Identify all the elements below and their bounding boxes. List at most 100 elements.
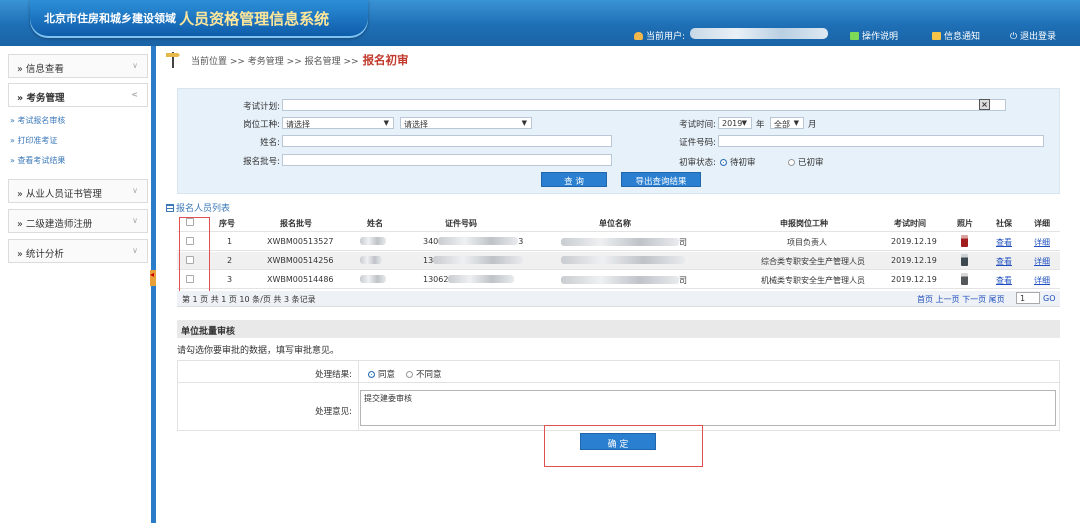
name-label: 姓名: (260, 138, 280, 148)
help-icon (850, 32, 859, 40)
year-select[interactable]: 2019 ▼ (718, 117, 752, 129)
redacted-cert-no (448, 275, 515, 283)
cell-unit (561, 256, 685, 265)
table-row: 1 XWBM00513527 340 3 司 项目负责人 2019.12.19 查… (177, 233, 1060, 251)
export-button[interactable]: 导出查询结果 (621, 172, 701, 187)
batch-no-input[interactable] (282, 154, 612, 166)
social-insurance-link[interactable]: 查看 (996, 256, 1012, 267)
job-type-select-2[interactable]: 请选择 ▼ (400, 117, 532, 129)
sidebar-item-exam-admin[interactable]: » 考务管理 < (8, 83, 148, 107)
batch-review-header: 单位批量审核 (177, 320, 1060, 338)
cell-cert-no: 13 (423, 256, 524, 265)
result-option-label: 不同意 (416, 370, 442, 380)
status-option-pending[interactable]: 待初审 (720, 156, 756, 168)
unit-suffix: 司 (679, 238, 687, 247)
chevron-left-icon: < (131, 90, 138, 99)
user-icon (634, 32, 643, 40)
current-user-name (690, 28, 828, 39)
chevron-down-icon: ▼ (521, 119, 527, 127)
detail-link[interactable]: 详细 (1034, 237, 1050, 248)
cell-cert-no: 13062 (423, 275, 515, 284)
month-select[interactable]: 全部 ▼ (770, 117, 804, 129)
help-link[interactable]: 操作说明 (850, 29, 898, 42)
system-logo: 北京市住房和城乡建设领域 人员资格管理信息系统 (30, 0, 368, 38)
redacted-cert-no (433, 256, 524, 264)
chevron-down-icon: ▼ (741, 119, 747, 127)
job-type-select-1[interactable]: 请选择 ▼ (282, 117, 394, 129)
sidebar-item-statistics[interactable]: » 统计分析 ∨ (8, 239, 148, 263)
cell-index: 1 (227, 237, 233, 246)
sidebar: » 信息查看 ∨ » 考务管理 < » 考试报名审核 » 打印准考证 » 查看考试结… (0, 46, 150, 523)
table-title-label: 报名人员列表 (176, 204, 231, 214)
cell-batch-no: XWBM00514486 (267, 275, 334, 284)
opinion-textarea[interactable]: 提交建委审核 (360, 390, 1056, 426)
month-unit: 月 (808, 120, 817, 130)
cell-index: 2 (227, 256, 233, 265)
col-header: 社保 (996, 219, 1012, 228)
clear-icon[interactable]: × (979, 99, 990, 110)
photo-thumbnail[interactable] (961, 254, 968, 266)
breadcrumb: 当前位置 >> 考务管理 >> 报名管理 >> 报名初审 (191, 52, 409, 68)
chevron-down-icon: ∨ (132, 246, 138, 255)
current-user-label: 当前用户: (646, 32, 686, 42)
search-button[interactable]: 查 询 (541, 172, 607, 187)
status-option-label: 已初审 (798, 158, 824, 168)
cert-no-visible: 13 (423, 256, 434, 265)
job-type-select-1-value: 请选择 (286, 120, 310, 129)
radio-checked-icon (368, 371, 375, 378)
result-label: 处理结果: (315, 370, 352, 380)
page-title: 报名初审 (362, 53, 409, 67)
sidebar-subitem-print[interactable]: » 打印准考证 (10, 135, 57, 146)
cell-unit: 司 (561, 237, 687, 248)
col-header: 详细 (1034, 219, 1050, 228)
redacted-unit (561, 256, 685, 264)
pagination-nav[interactable]: 首页 上一页 下一页 尾页 (917, 294, 1005, 305)
result-option-disagree[interactable]: 不同意 (406, 368, 442, 380)
table-row: 3 XWBM00514486 13062 司 机械类专职安全生产管理人员 201… (177, 271, 1060, 289)
social-insurance-link[interactable]: 查看 (996, 237, 1012, 248)
result-option-label: 同意 (378, 370, 396, 380)
status-option-done[interactable]: 已初审 (788, 156, 824, 168)
sidebar-item-certificates[interactable]: » 从业人员证书管理 ∨ (8, 179, 148, 203)
collapse-sidebar-handle[interactable]: ◂ (150, 270, 156, 286)
cell-name (360, 237, 386, 246)
system-title: 人员资格管理信息系统 (179, 10, 330, 28)
go-button[interactable]: GO (1043, 294, 1056, 303)
cell-batch-no: XWBM00514256 (267, 256, 334, 265)
redacted-name (360, 237, 386, 245)
detail-link[interactable]: 详细 (1034, 275, 1050, 286)
exam-plan-input[interactable] (282, 99, 1006, 111)
sidebar-subitem-label: 考试报名审核 (17, 116, 66, 125)
col-header: 序号 (219, 219, 235, 228)
name-input[interactable] (282, 135, 612, 147)
top-header: 北京市住房和城乡建设领域 人员资格管理信息系统 当前用户: 操作说明 信息通知 … (0, 0, 1080, 46)
col-header: 证件号码 (445, 219, 477, 228)
logout-link[interactable]: ⏻ 退出登录 (1010, 29, 1056, 42)
social-insurance-link[interactable]: 查看 (996, 275, 1012, 286)
sidebar-item-info[interactable]: » 信息查看 ∨ (8, 54, 148, 78)
photo-thumbnail[interactable] (961, 235, 968, 247)
list-icon (166, 204, 174, 212)
sidebar-item-constructor[interactable]: » 二级建造师注册 ∨ (8, 209, 148, 233)
opinion-label: 处理意见: (315, 407, 352, 417)
photo-thumbnail[interactable] (961, 273, 968, 285)
detail-link[interactable]: 详细 (1034, 256, 1050, 267)
cell-name (360, 275, 386, 284)
redacted-cert-no (438, 237, 519, 245)
cell-exam-time: 2019.12.19 (891, 256, 937, 265)
cell-job: 项目负责人 (787, 238, 827, 247)
current-user: 当前用户: (634, 29, 685, 42)
cert-no-input[interactable] (718, 135, 1044, 147)
sidebar-subitem-review[interactable]: » 考试报名审核 (10, 115, 65, 126)
status-option-label: 待初审 (730, 158, 756, 168)
breadcrumb-path: 当前位置 >> 考务管理 >> 报名管理 >> (191, 57, 359, 67)
result-row: 处理结果: 同意 不同意 (178, 361, 1059, 383)
page-number-input[interactable]: 1 (1016, 292, 1040, 304)
sidebar-subitem-results[interactable]: » 查看考试结果 (10, 155, 65, 166)
result-option-agree[interactable]: 同意 (368, 368, 395, 380)
col-header: 照片 (957, 219, 973, 228)
sidebar-subitem-label: 打印准考证 (17, 136, 58, 145)
radio-unchecked-icon (406, 371, 413, 378)
notice-link[interactable]: 信息通知 (932, 29, 980, 42)
chevron-down-icon: ▼ (793, 119, 799, 127)
